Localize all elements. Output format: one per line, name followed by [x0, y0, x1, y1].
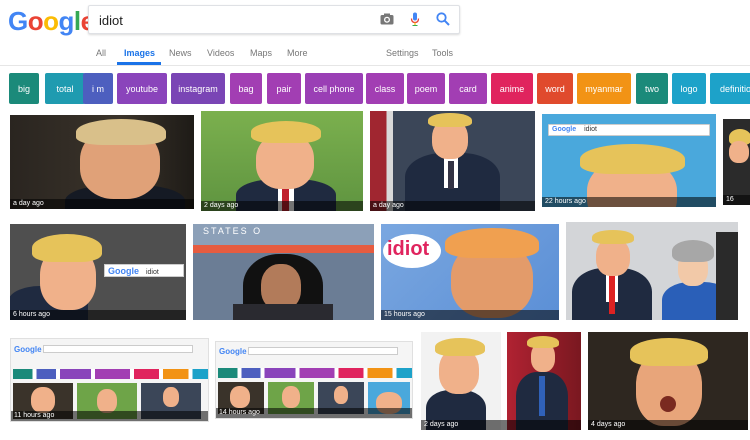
- tab-maps[interactable]: Maps: [250, 46, 272, 60]
- image-result[interactable]: Google 11 hours ago: [10, 338, 209, 422]
- image-result[interactable]: [566, 222, 738, 320]
- chip-youtube[interactable]: youtube: [117, 73, 167, 104]
- tabs-divider: [0, 65, 750, 66]
- chip-class[interactable]: class: [366, 73, 404, 104]
- tab-settings[interactable]: Settings: [386, 46, 419, 60]
- image-result[interactable]: STATES O: [193, 224, 374, 320]
- mini-search-query: idiot: [145, 269, 159, 276]
- image-timestamp: 6 hours ago: [10, 310, 186, 320]
- camera-icon[interactable]: [379, 11, 395, 27]
- image-timestamp: 2 days ago: [421, 420, 581, 430]
- chip-pair[interactable]: pair: [267, 73, 301, 104]
- mini-google-logo: Google: [552, 126, 577, 133]
- logo-letter: o: [43, 6, 59, 36]
- chip-bag[interactable]: bag: [230, 73, 262, 104]
- chip-anime[interactable]: anime: [491, 73, 533, 104]
- image-timestamp: 11 hours ago: [11, 411, 208, 421]
- search-input[interactable]: idiot: [88, 5, 460, 34]
- chip-word[interactable]: word: [537, 73, 573, 104]
- mini-google-logo: Google: [14, 345, 42, 354]
- chip-poem[interactable]: poem: [407, 73, 445, 104]
- image-timestamp: a day ago: [10, 199, 194, 209]
- tab-all[interactable]: All: [96, 46, 106, 60]
- image-result[interactable]: Google idiot 6 hours ago: [10, 224, 186, 320]
- background-sign-text: STATES O: [203, 226, 263, 236]
- chip-total[interactable]: total: [45, 73, 85, 104]
- image-result[interactable]: 16 hours ago: [723, 119, 750, 205]
- microphone-icon[interactable]: [407, 11, 423, 27]
- logo-letter: o: [27, 6, 44, 36]
- image-result[interactable]: 2 days ago: [201, 111, 363, 211]
- mini-google-logo: Google: [219, 347, 247, 356]
- image-timestamp: a day ago: [370, 201, 535, 211]
- image-result[interactable]: 2 days ago: [421, 332, 581, 430]
- tab-videos[interactable]: Videos: [207, 46, 234, 60]
- image-timestamp: [566, 310, 738, 320]
- chip-cell-phone[interactable]: cell phone: [305, 73, 363, 104]
- chip-definition[interactable]: definition: [710, 73, 750, 104]
- chip-card[interactable]: card: [449, 73, 487, 104]
- chip-i-m[interactable]: i m: [83, 73, 113, 104]
- image-timestamp: 16 hours ago: [723, 195, 750, 205]
- image-result[interactable]: Google 14 hours ago: [215, 341, 413, 419]
- logo-letter: g: [58, 6, 75, 36]
- chip-two[interactable]: two: [636, 73, 668, 104]
- mini-search-query: idiot: [584, 126, 597, 133]
- image-timestamp: 15 hours ago: [381, 310, 559, 320]
- chip-instagram[interactable]: instagram: [171, 73, 225, 104]
- chip-big[interactable]: big: [9, 73, 39, 104]
- chip-myanmar[interactable]: myanmar: [577, 73, 631, 104]
- image-timestamp: [193, 310, 374, 320]
- logo-letter: l: [73, 6, 81, 36]
- tab-tools[interactable]: Tools: [432, 46, 453, 60]
- image-timestamp: 4 days ago: [588, 420, 748, 430]
- image-timestamp: 14 hours ago: [216, 408, 412, 418]
- search-icon[interactable]: [435, 11, 451, 27]
- image-result[interactable]: Google idiot 22 hours ago: [542, 114, 716, 207]
- image-result[interactable]: 4 days ago: [588, 332, 748, 430]
- tab-more[interactable]: More: [287, 46, 308, 60]
- image-result[interactable]: idiot 15 hours ago: [381, 224, 559, 320]
- mini-google-logo: Google: [108, 266, 139, 276]
- search-query[interactable]: idiot: [99, 13, 123, 28]
- image-result[interactable]: a day ago: [10, 115, 194, 209]
- image-result[interactable]: a day ago: [370, 111, 535, 211]
- image-timestamp: 2 days ago: [201, 201, 363, 211]
- tab-images[interactable]: Images: [124, 46, 155, 60]
- image-timestamp: 22 hours ago: [542, 197, 716, 207]
- tab-news[interactable]: News: [169, 46, 192, 60]
- chip-logo[interactable]: logo: [672, 73, 706, 104]
- idiot-speech-text: idiot: [387, 238, 430, 260]
- google-logo[interactable]: Google: [8, 6, 95, 36]
- logo-letter: G: [8, 6, 28, 36]
